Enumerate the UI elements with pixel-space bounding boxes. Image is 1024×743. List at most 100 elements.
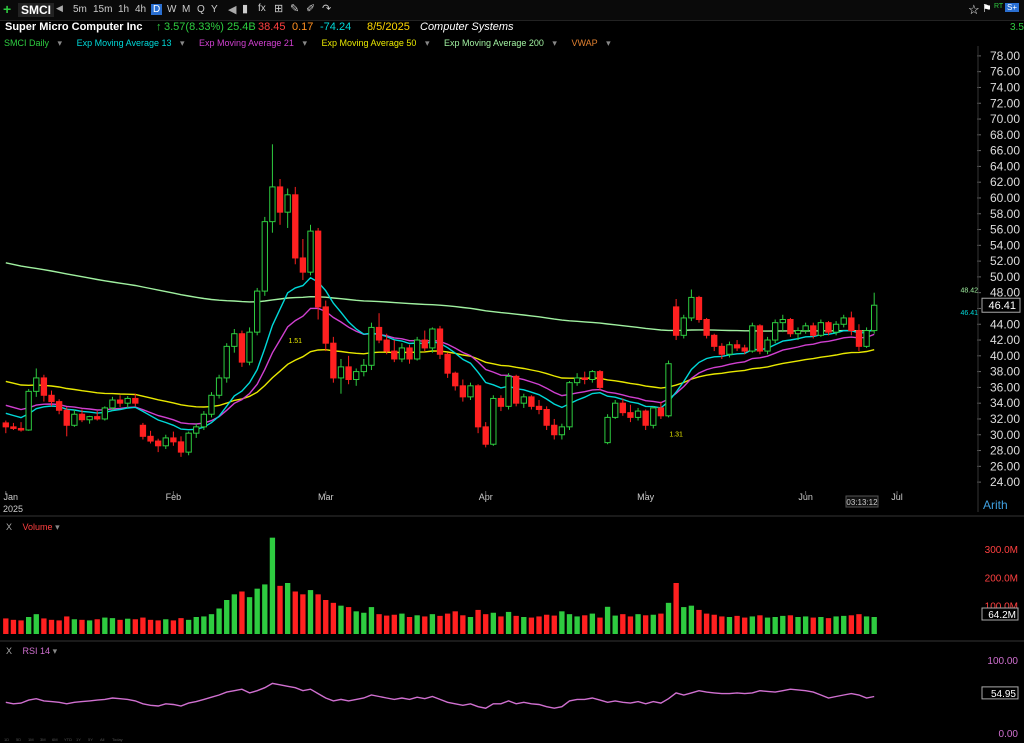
candle-body (337, 366, 345, 379)
volume-bar (551, 615, 557, 634)
volume-bar (635, 614, 641, 634)
price-tick-label: 26.00 (990, 459, 1020, 473)
candle-body (25, 390, 32, 431)
candle-body (299, 257, 307, 273)
candle-body (139, 424, 147, 437)
volume-menu-icon[interactable]: ▾ (55, 522, 60, 532)
volume-bar (155, 620, 161, 634)
candle-body (802, 325, 809, 332)
range-button-label: 6M (52, 737, 58, 742)
candle-body (596, 371, 604, 388)
price-tick-label: 42.00 (990, 333, 1020, 347)
volume-bar (323, 600, 329, 634)
price-tick-label: 74.00 (990, 80, 1020, 94)
candle-body (672, 306, 680, 336)
rsi-last-label: 54.95 (991, 689, 1016, 700)
range-button-label: All (100, 737, 105, 742)
candle-body (269, 186, 276, 223)
x-tick-label: Apr (479, 492, 493, 502)
annotation-label: 1.51 (288, 338, 302, 345)
volume-bar (841, 615, 847, 634)
candle-body (276, 186, 284, 213)
price-tick-label: 32.00 (990, 412, 1020, 426)
price-tick-label: 64.00 (990, 159, 1020, 173)
volume-bar (711, 614, 717, 634)
volume-bar (513, 615, 519, 634)
volume-close-button[interactable]: X (6, 522, 12, 532)
candle-body (756, 325, 764, 352)
volume-bar (566, 614, 573, 634)
volume-bar (681, 607, 687, 634)
volume-bar (589, 613, 596, 634)
rsi-close-button[interactable]: X (6, 646, 12, 656)
volume-bar (498, 616, 504, 634)
candle-body (657, 407, 665, 417)
volume-bar (307, 590, 314, 634)
volume-bar (246, 597, 253, 634)
volume-bar (269, 537, 276, 634)
price-tick-label: 30.00 (990, 428, 1020, 442)
ema21-line (5, 307, 875, 425)
price-tick-label: 62.00 (990, 175, 1020, 189)
volume-bar (71, 619, 78, 634)
range-button-label: 5D (16, 737, 21, 742)
candle-body (855, 330, 863, 347)
candle-body (688, 296, 695, 319)
volume-bar (505, 611, 512, 634)
candle-body (101, 407, 109, 420)
volume-bar (384, 615, 390, 634)
candle-body (459, 385, 467, 398)
candle-body (48, 394, 55, 403)
volume-bar (802, 616, 809, 634)
volume-bar (643, 615, 649, 634)
candle-body (55, 401, 63, 411)
last-price-label: 46.41 (988, 300, 1016, 312)
price-chart[interactable]: 1.51 1.31 78.00 76.0074.00 72.00 70.00 68.00 6… (0, 0, 1024, 743)
candle-body (871, 304, 878, 332)
candle-body (665, 363, 672, 417)
price-tick-label: 60.00 (990, 191, 1020, 205)
volume-bar (787, 615, 794, 634)
volume-bar (559, 611, 565, 634)
candle-body (10, 426, 17, 429)
candle-body (238, 333, 246, 363)
volume-bar (208, 614, 215, 634)
candle-body (695, 296, 703, 321)
volume-bar (41, 618, 47, 634)
x-tick-label: Feb (166, 492, 182, 502)
volume-bar (574, 616, 580, 634)
price-tick-label: 70.00 (990, 112, 1020, 126)
candle-body (832, 323, 840, 333)
volume-bar (452, 611, 458, 634)
volume-tick-label: 300.0M (985, 545, 1018, 556)
candle-body (452, 372, 459, 387)
volume-bar (216, 608, 222, 634)
candle-body (467, 385, 474, 398)
volume-bar (612, 615, 618, 634)
price-tick-label: 72.00 (990, 96, 1020, 110)
volume-bar (825, 618, 832, 634)
price-tick-label: 66.00 (990, 144, 1020, 158)
candle-body (154, 440, 162, 447)
volume-bar (848, 615, 855, 634)
candle-body (162, 437, 169, 447)
volume-bar (262, 584, 268, 634)
candle-body (642, 410, 649, 426)
rsi-menu-icon[interactable]: ▾ (53, 646, 58, 656)
candle-body (398, 347, 406, 360)
candle-body (292, 194, 299, 259)
candle-body (513, 375, 520, 404)
volume-bar (536, 616, 542, 634)
annotation-label: 1.31 (669, 431, 683, 438)
candle-body (543, 408, 550, 426)
volume-bar (543, 614, 550, 634)
price-tick-label: 40.00 (990, 349, 1020, 363)
volume-bar (33, 614, 39, 634)
volume-bar (102, 617, 108, 634)
volume-bar (86, 620, 93, 634)
volume-bar (818, 617, 824, 634)
volume-panel-header: X Volume ▾ (6, 522, 60, 533)
volume-bar (315, 594, 321, 634)
candle-body (2, 422, 9, 428)
volume-bar (734, 615, 740, 634)
